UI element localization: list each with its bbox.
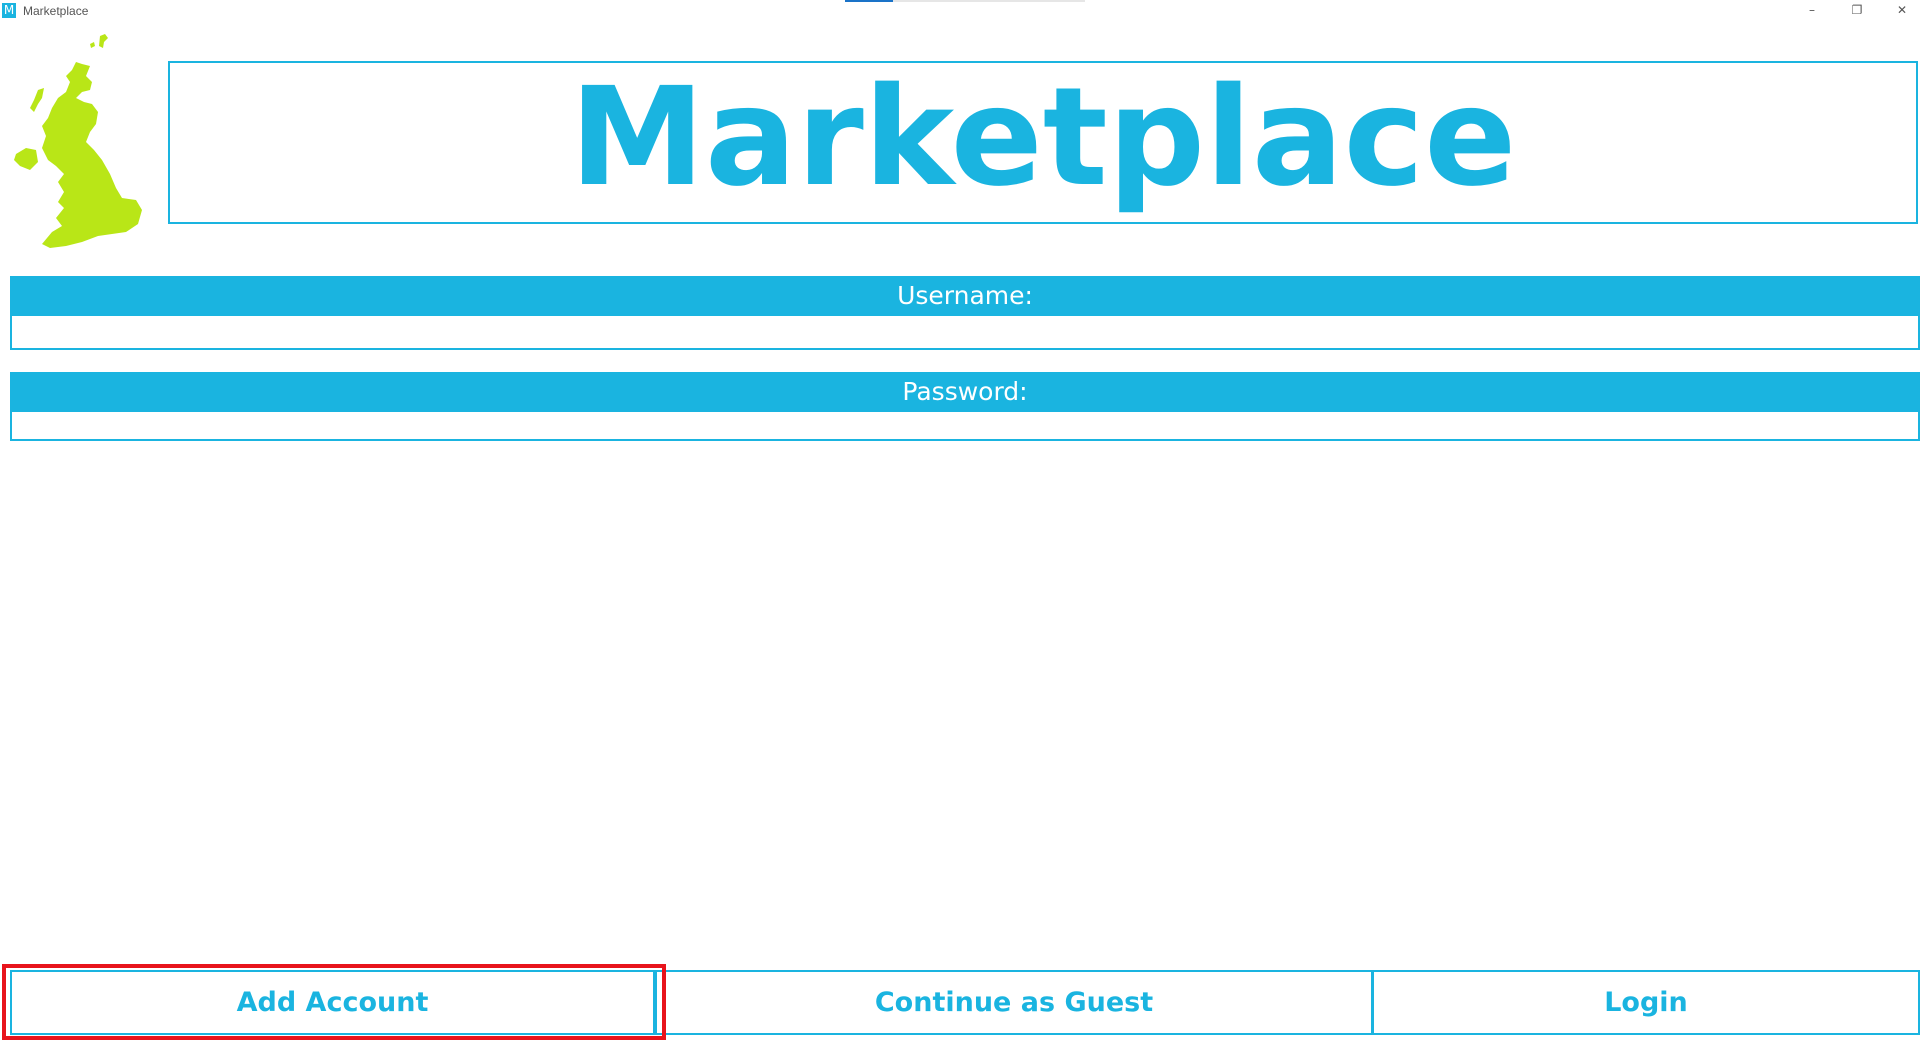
- tab-indicator-active: [845, 0, 893, 2]
- username-field-group: Username:: [10, 276, 1920, 350]
- close-button[interactable]: ✕: [1880, 0, 1920, 22]
- password-label: Password:: [10, 372, 1920, 412]
- password-field-group: Password:: [10, 372, 1920, 441]
- app-title-banner: Marketplace: [168, 61, 1918, 224]
- add-account-button[interactable]: Add Account: [10, 970, 655, 1035]
- login-button[interactable]: Login: [1372, 970, 1920, 1035]
- restore-button[interactable]: ❐: [1835, 0, 1879, 22]
- minimize-button[interactable]: –: [1790, 0, 1834, 22]
- page-title: Marketplace: [569, 58, 1517, 217]
- window-title: Marketplace: [23, 4, 89, 18]
- password-input[interactable]: [10, 412, 1920, 441]
- username-label: Username:: [10, 276, 1920, 316]
- app-icon: M: [2, 3, 16, 18]
- uk-map-icon: [14, 34, 142, 248]
- username-input[interactable]: [10, 316, 1920, 350]
- continue-as-guest-button[interactable]: Continue as Guest: [655, 970, 1373, 1035]
- window-titlebar: M Marketplace – ❐ ✕: [0, 0, 1920, 22]
